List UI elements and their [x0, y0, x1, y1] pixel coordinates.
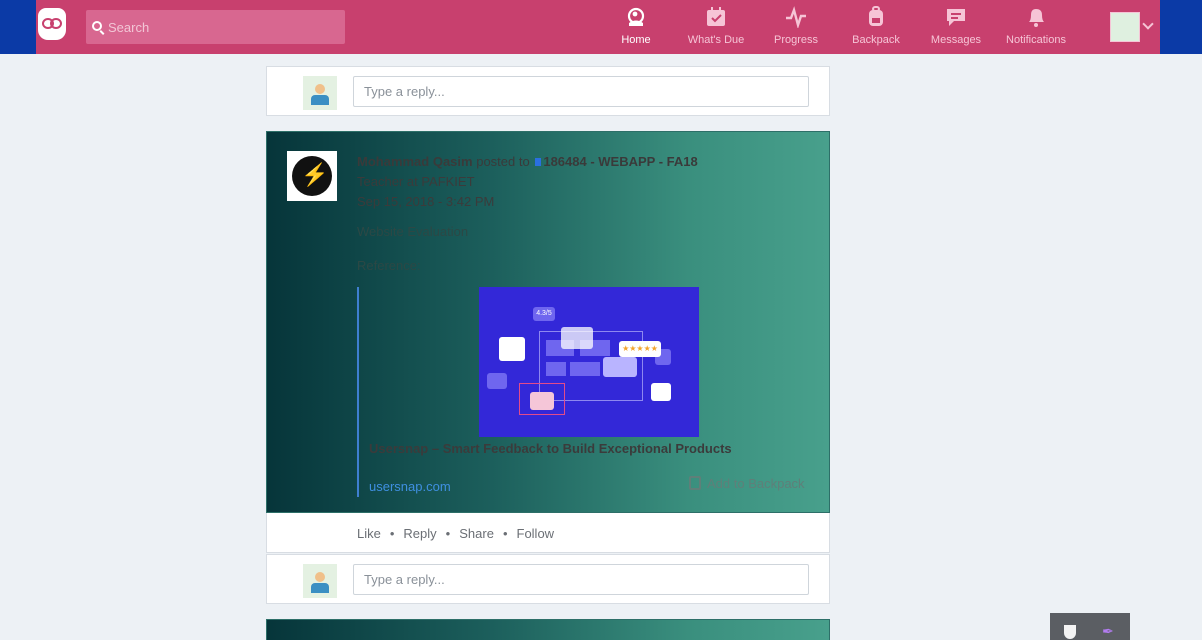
preview-badge: 4.3/5 — [533, 307, 555, 321]
right-edge-bar — [1160, 0, 1202, 54]
reply-input[interactable] — [353, 564, 809, 595]
calendar-icon — [707, 7, 725, 26]
reply-input[interactable] — [353, 76, 809, 107]
post-timestamp[interactable]: Sep 15, 2018 - 3:42 PM — [357, 194, 494, 209]
separator-dot: • — [389, 526, 395, 541]
bell-icon — [1029, 9, 1044, 27]
next-post-card — [266, 619, 830, 640]
search-icon — [92, 21, 102, 31]
nav-notifications[interactable]: Notifications — [996, 0, 1076, 54]
nav-home-label: Home — [621, 34, 651, 46]
group-icon — [535, 158, 542, 166]
backpack-icon — [689, 476, 701, 490]
nav-notifications-label: Notifications — [1006, 34, 1066, 46]
post-header: Mohammad Qasim posted to 186484 - WEBAPP… — [357, 154, 698, 169]
link-preview[interactable]: 4.3/5 ★★★★★ Usersnap – Smart Feedback to… — [357, 287, 811, 497]
avatar — [303, 564, 337, 598]
link-preview-domain[interactable]: usersnap.com — [369, 479, 451, 494]
separator-dot: • — [502, 526, 508, 541]
like-button[interactable]: Like — [357, 526, 381, 541]
post-group-link[interactable]: 186484 - WEBAPP - FA18 — [543, 154, 697, 169]
post-text-line-1: Website Evaluation — [357, 224, 469, 239]
chat-icon — [947, 9, 965, 26]
chevron-down-icon[interactable] — [1142, 18, 1154, 30]
follow-button[interactable]: Follow — [517, 526, 555, 541]
system-tray: ✒ — [1050, 613, 1130, 640]
reply-button[interactable]: Reply — [403, 526, 436, 541]
preview-selection-shape — [519, 383, 565, 415]
post-card: Mohammad Qasim posted to 186484 - WEBAPP… — [266, 131, 830, 513]
search-box[interactable] — [86, 10, 345, 44]
flash-logo-icon — [292, 156, 332, 196]
edmodo-logo-icon[interactable] — [38, 8, 66, 40]
link-preview-image[interactable]: 4.3/5 ★★★★★ — [479, 287, 699, 437]
posted-to-text: posted to — [476, 154, 530, 169]
nav-backpack[interactable]: Backpack — [836, 0, 916, 54]
pulse-icon — [786, 6, 806, 28]
reply-box-previous — [266, 66, 830, 116]
home-icon — [627, 7, 645, 26]
nav-messages-label: Messages — [930, 34, 982, 46]
post-actions: Like • Reply • Share • Follow — [266, 513, 830, 553]
nav-backpack-label: Backpack — [852, 34, 900, 46]
feather-icon[interactable]: ✒ — [1102, 623, 1118, 639]
user-avatar[interactable] — [1110, 12, 1140, 42]
shield-icon[interactable] — [1064, 625, 1076, 639]
nav-whats-due[interactable]: What's Due — [676, 0, 756, 54]
preview-rating: ★★★★★ — [619, 341, 661, 357]
add-to-backpack-label: Add to Backpack — [707, 476, 805, 491]
search-input[interactable] — [108, 10, 338, 44]
nav-progress[interactable]: Progress — [756, 0, 836, 54]
post-text-line-2: Reference: — [357, 258, 421, 273]
post-author-avatar[interactable] — [287, 151, 337, 201]
link-preview-title[interactable]: Usersnap – Smart Feedback to Build Excep… — [369, 441, 732, 456]
separator-dot: • — [445, 526, 451, 541]
add-to-backpack-button[interactable]: Add to Backpack — [689, 476, 805, 491]
nav-whats-due-label: What's Due — [687, 34, 745, 46]
nav-messages[interactable]: Messages — [916, 0, 996, 54]
main-nav: Home What's Due Progress Backpack Messag… — [596, 0, 1076, 54]
backpack-icon — [869, 6, 883, 26]
reply-box — [266, 554, 830, 604]
nav-home[interactable]: Home — [596, 0, 676, 54]
nav-progress-label: Progress — [773, 34, 819, 46]
post-author[interactable]: Mohammad Qasim — [357, 154, 473, 169]
share-button[interactable]: Share — [459, 526, 494, 541]
avatar — [303, 76, 337, 110]
left-edge-bar — [0, 0, 36, 54]
post-author-role: Teacher at PAFKIET — [357, 174, 475, 189]
top-navigation-bar: Home What's Due Progress Backpack — [36, 0, 1160, 54]
